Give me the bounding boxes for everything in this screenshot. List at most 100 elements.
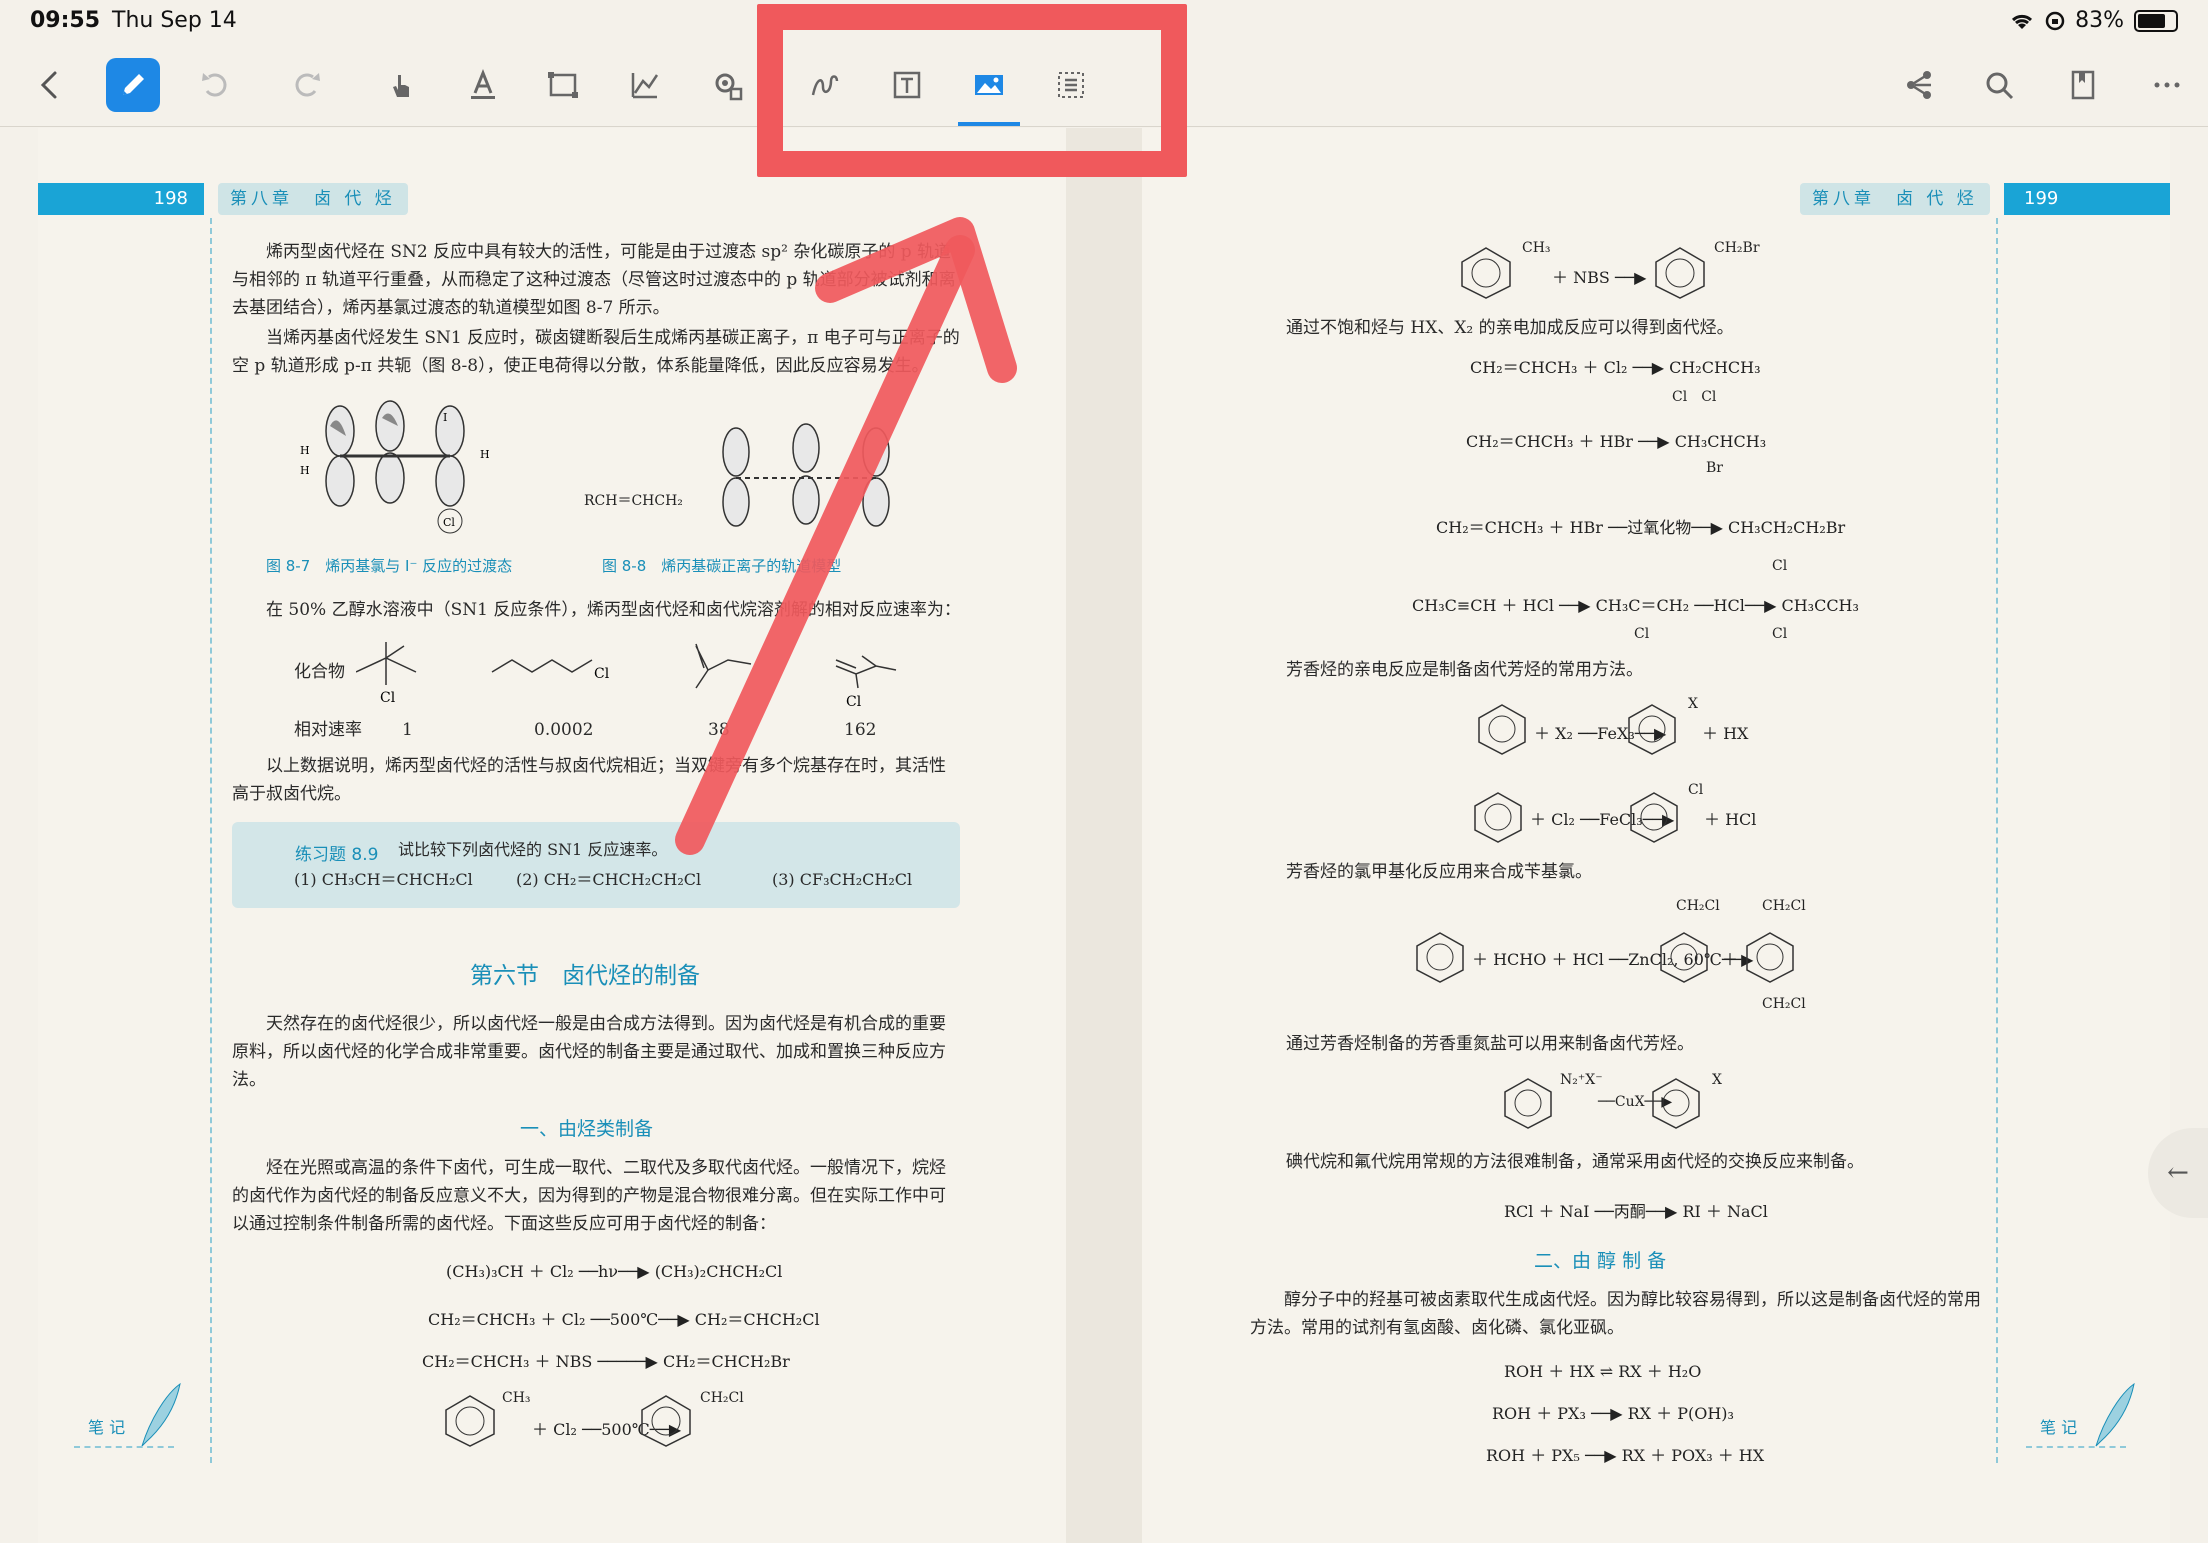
fig8-label: RCH＝CHCH₂ bbox=[584, 493, 683, 509]
undo-icon bbox=[202, 73, 227, 97]
figure-8-8-orbital-diagram bbox=[722, 423, 890, 527]
ar2-tail: ＋ HCl bbox=[1704, 810, 1757, 829]
right-page-number: 199 bbox=[2004, 183, 2170, 215]
right-chapter-tag: 第八章 卤 代 烃 bbox=[1800, 183, 1990, 215]
back-button[interactable] bbox=[24, 58, 78, 112]
nbs-sub-1: CH₃ bbox=[1522, 240, 1551, 256]
undo-button[interactable] bbox=[188, 58, 242, 112]
toluene-sub: CH₃ bbox=[502, 1390, 531, 1406]
diazo-sub-2: X bbox=[1712, 1072, 1722, 1088]
arrow-left-icon: ← bbox=[2167, 1158, 2189, 1188]
status-time: 09:55 bbox=[30, 8, 101, 33]
settings-tool-button[interactable] bbox=[700, 58, 754, 112]
benzene-ring-ar1-right bbox=[1628, 704, 1676, 755]
right-eq-alc-3: ROH ＋ PX₅ ──▶ RX ＋ POX₃ ＋ HX bbox=[1486, 1446, 1765, 1465]
shape-tool-button[interactable] bbox=[618, 58, 672, 112]
wifi-icon bbox=[2012, 14, 2033, 29]
right-eq-alc-1: ROH ＋ HX ⇌ RX ＋ H₂O bbox=[1504, 1362, 1702, 1381]
feather-icon bbox=[141, 1382, 181, 1447]
rate-value-1: 1 bbox=[402, 720, 413, 740]
benzene-ring-diazo-left bbox=[1504, 1078, 1552, 1129]
right-eq-alc-2: ROH ＋ PX₃ ──▶ RX ＋ P(OH)₃ bbox=[1492, 1404, 1734, 1423]
text-highlight-button[interactable] bbox=[456, 58, 510, 112]
page-gutter bbox=[1066, 128, 1142, 1543]
status-right: 83% bbox=[2009, 8, 2178, 33]
benzyl-chloride-sub: CH₂Cl bbox=[700, 1390, 744, 1406]
gear-icon bbox=[715, 73, 743, 101]
share-button[interactable] bbox=[1892, 58, 1946, 112]
search-icon bbox=[1986, 72, 2014, 100]
right-paragraph-5: 碘代烷和氟代烷用常规的方法很难制备，通常采用卤代烃的交换反应来制备。 bbox=[1286, 1152, 1864, 1172]
feather-icon bbox=[2095, 1382, 2135, 1447]
chart-line-icon bbox=[631, 73, 659, 99]
right-paragraph-3: 芳香烃的氯甲基化反应用来合成苄基氯。 bbox=[1286, 862, 1592, 882]
right-paragraph-6: 醇分子中的羟基可被卤素取代生成卤代烃。因为醇比较容易得到，所以这是制备卤代烃的常… bbox=[1250, 1290, 1981, 1338]
right-paragraph-1: 通过不饱和烃与 HX、X₂ 的亲电加成反应可以得到卤代烃。 bbox=[1286, 318, 1734, 338]
right-eq-2-sub: Br bbox=[1706, 460, 1723, 476]
pen-tool-button[interactable] bbox=[106, 58, 160, 112]
benzene-ring-ar1-left bbox=[1478, 704, 1526, 755]
nbs-sub-2: CH₂Br bbox=[1714, 240, 1760, 256]
benzene-ring-nbs-left bbox=[1461, 247, 1511, 299]
svg-text:H: H bbox=[480, 448, 490, 461]
battery-icon bbox=[2134, 9, 2178, 32]
right-margin-line bbox=[1996, 218, 1998, 1463]
left-margin-line bbox=[210, 218, 212, 1463]
benzene-ring-ar2-right bbox=[1630, 792, 1678, 843]
highlight-box-annotation bbox=[757, 4, 1187, 177]
exercise-title: 练习题 8.9 bbox=[295, 845, 379, 865]
rates-structures: Cl Cl Cl bbox=[356, 642, 897, 710]
svg-text:I: I bbox=[443, 411, 447, 424]
left-notes-line bbox=[74, 1446, 174, 1448]
rate-value-2: 0.0002 bbox=[534, 720, 594, 740]
benzene-ring-ar3-mid bbox=[1660, 932, 1708, 983]
benzene-ring-toluene bbox=[445, 1395, 495, 1447]
ar2-sub: Cl bbox=[1688, 782, 1704, 798]
redo-button[interactable] bbox=[280, 58, 334, 112]
ar1-sub: X bbox=[1688, 696, 1698, 712]
search-button[interactable] bbox=[1972, 58, 2026, 112]
bookmark-button[interactable] bbox=[2056, 58, 2110, 112]
diazo-sub-1: N₂⁺X⁻ bbox=[1560, 1072, 1603, 1088]
benzene-ring-ar3-right bbox=[1746, 932, 1794, 983]
right-notes-label: 笔 记 bbox=[2040, 1418, 2078, 1437]
right-notes-line bbox=[2026, 1446, 2126, 1448]
ar3-sub-3: CH₂Cl bbox=[1762, 996, 1806, 1012]
exercise-item-3: (3) CF₃CH₂CH₂Cl bbox=[772, 870, 913, 889]
left-paragraph-1: 烯丙型卤代烃在 SN2 反应中具有较大的活性，可能是由于过渡态 sp² 杂化碳原… bbox=[232, 242, 956, 318]
hand-pointer-icon bbox=[393, 75, 409, 97]
left-eq-2: CH₂＝CHCH₃ ＋ Cl₂ ──500℃──▶ CH₂＝CHCH₂Cl bbox=[428, 1310, 820, 1329]
left-paragraph-5: 天然存在的卤代烃很少，所以卤代烃一般是由合成方法得到。因为卤代烃是有机合成的重要… bbox=[232, 1014, 946, 1090]
rect-select-button[interactable] bbox=[536, 58, 590, 112]
left-paragraph-4: 以上数据说明，烯丙型卤代烃的活性与叔卤代烷相近；当双键旁有多个烷基存在时，其活性… bbox=[232, 756, 946, 804]
battery-percent: 83% bbox=[2075, 8, 2124, 33]
right-paragraph-2: 芳香烃的亲电反应是制备卤代芳烃的常用方法。 bbox=[1286, 660, 1643, 680]
rates-compound-label: 化合物 bbox=[294, 662, 345, 682]
more-dots-icon bbox=[2154, 82, 2180, 88]
right-eq-4-sub-top: Cl bbox=[1772, 558, 1788, 574]
orientation-lock-icon bbox=[2045, 11, 2065, 30]
subsection-2: 二、由 醇 制 备 bbox=[1534, 1250, 1667, 1272]
rate-value-4: 162 bbox=[844, 720, 877, 740]
left-paragraph-3: 在 50% 乙醇水溶液中（SN1 反应条件），烯丙型卤代烃和卤代烷溶剂解的相对反… bbox=[266, 600, 961, 620]
rectangle-select-icon bbox=[548, 72, 578, 98]
exercise-text: 试比较下列卤代烃的 SN1 反应速率。 bbox=[398, 840, 668, 859]
right-eq-4-sub-mid: Cl bbox=[1634, 626, 1650, 642]
exercise-item-2: (2) CH₂＝CHCH₂CH₂Cl bbox=[516, 870, 702, 889]
benzene-ring-ar2-left bbox=[1474, 792, 1522, 843]
rate-value-3: 38 bbox=[708, 720, 730, 740]
more-button[interactable] bbox=[2140, 58, 2194, 112]
subsection-1: 一、由烃类制备 bbox=[520, 1118, 654, 1140]
svg-text:Cl: Cl bbox=[846, 694, 862, 710]
benzene-ring-nbs-right bbox=[1655, 247, 1705, 299]
fig8-caption: 图 8-8 烯丙基碳正离子的轨道模型 bbox=[602, 557, 842, 575]
right-eq-1: CH₂＝CHCH₃ ＋ Cl₂ ──▶ CH₂CHCH₃ bbox=[1470, 358, 1761, 377]
right-paragraph-4: 通过芳香烃制备的芳香重氮盐可以用来制备卤代芳烃。 bbox=[1286, 1034, 1694, 1054]
hand-tool-button[interactable] bbox=[374, 58, 428, 112]
left-eq-3: CH₂＝CHCH₃ ＋ NBS ─────▶ CH₂＝CHCH₂Br bbox=[422, 1352, 790, 1371]
left-paragraph-2: 当烯丙基卤代烃发生 SN1 反应时，碳卤键断裂后生成烯丙基碳正离子，π 电子可与… bbox=[232, 328, 960, 376]
right-eq-3: CH₂＝CHCH₃ ＋ HBr ──过氧化物──▶ CH₃CH₂CH₂Br bbox=[1436, 518, 1846, 537]
right-eq-4-sub-bottom: Cl bbox=[1772, 626, 1788, 642]
share-nodes-icon bbox=[1907, 71, 1931, 99]
left-notes-label: 笔 记 bbox=[88, 1418, 126, 1437]
